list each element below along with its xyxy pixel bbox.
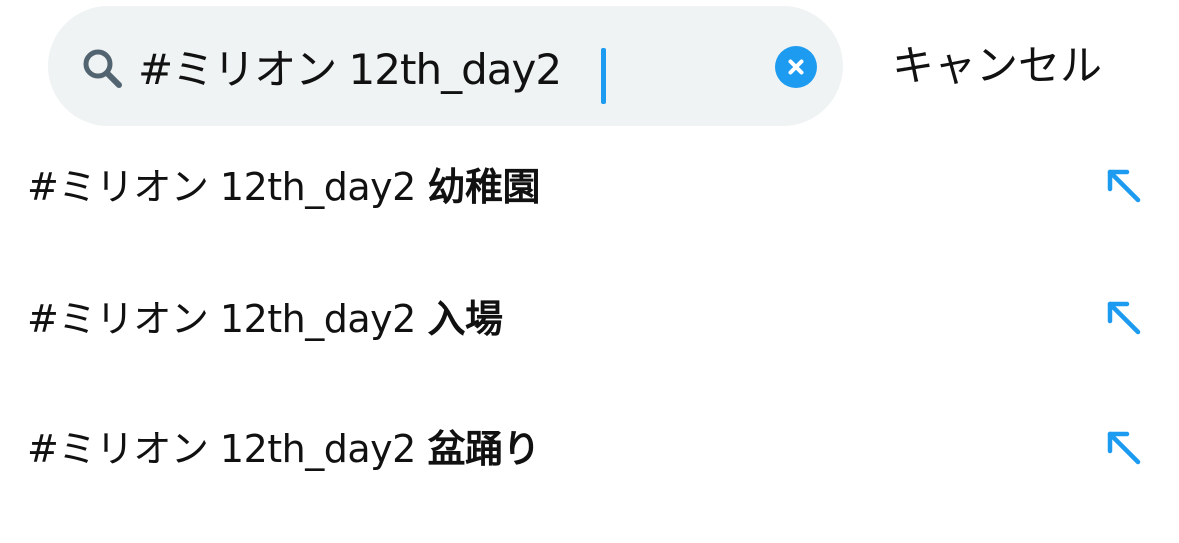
- suggestion-prefix: #ミリオン 12th_day2: [27, 427, 416, 471]
- suggestion-suffix: 入場: [427, 297, 503, 341]
- suggestion-item[interactable]: #ミリオン 12th_day2 幼稚園: [0, 120, 1179, 250]
- arrow-up-left-icon[interactable]: [1102, 296, 1144, 338]
- arrow-up-left-icon[interactable]: [1102, 426, 1144, 468]
- suggestion-suffix: 幼稚園: [427, 165, 540, 209]
- suggestion-item[interactable]: #ミリオン 12th_day2 盆踊り: [0, 382, 1179, 512]
- arrow-up-left-icon[interactable]: [1102, 164, 1144, 206]
- text-caret: [601, 48, 606, 104]
- suggestion-text: #ミリオン 12th_day2 盆踊り: [27, 418, 540, 473]
- search-input[interactable]: [138, 28, 738, 104]
- suggestion-prefix: #ミリオン 12th_day2: [27, 297, 416, 341]
- search-icon: [83, 49, 122, 88]
- suggestion-text: #ミリオン 12th_day2 幼稚園: [27, 156, 540, 211]
- suggestion-prefix: #ミリオン 12th_day2: [27, 165, 416, 209]
- suggestion-text: #ミリオン 12th_day2 入場: [27, 288, 503, 343]
- cancel-button[interactable]: キャンセル: [892, 34, 1102, 98]
- suggestion-suffix: 盆踊り: [427, 427, 540, 471]
- search-bar: [48, 6, 843, 126]
- clear-search-button[interactable]: [775, 46, 817, 88]
- suggestion-item[interactable]: #ミリオン 12th_day2 入場: [0, 252, 1179, 382]
- clear-icon: [788, 59, 804, 75]
